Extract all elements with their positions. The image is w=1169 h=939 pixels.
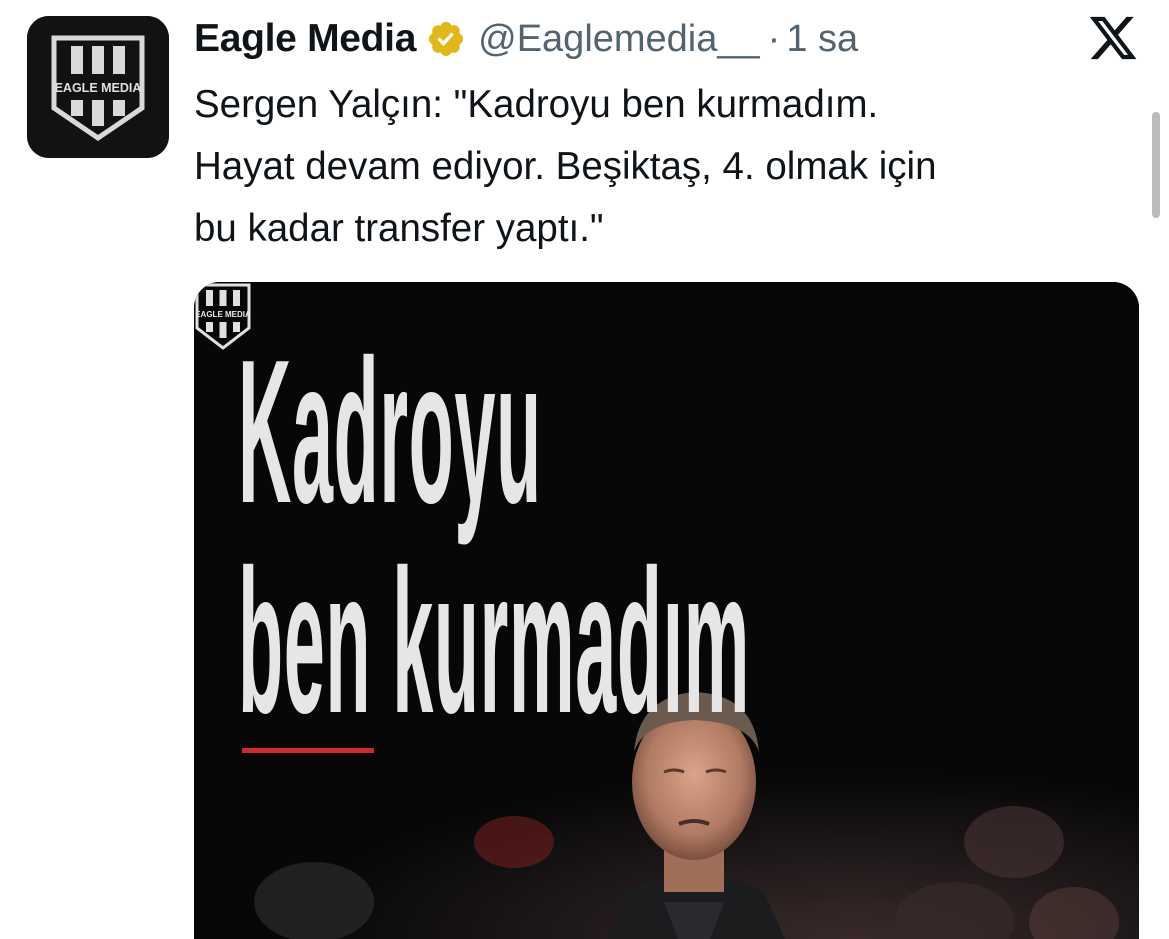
user-handle[interactable]: @Eaglemedia__ xyxy=(478,18,760,61)
display-name[interactable]: Eagle Media xyxy=(194,17,416,61)
media-headline: ben kurmadım xyxy=(238,527,750,756)
tweet-text-line: bu kadar transfer yaptı." xyxy=(194,207,604,250)
tweet-header: Eagle Media @Eaglemedia__ · 1 sa xyxy=(194,14,858,64)
media-accent-bar xyxy=(242,748,374,753)
verified-badge-icon[interactable] xyxy=(426,19,466,59)
avatar-logo-text: EAGLE MEDIA xyxy=(55,81,142,95)
media-headline: Kadroyu xyxy=(238,317,542,546)
x-logo-icon[interactable] xyxy=(1087,12,1139,64)
media-logo-text: EAGLE MEDIA xyxy=(195,310,251,319)
timestamp[interactable]: 1 sa xyxy=(786,18,858,61)
eagle-media-mini-logo-icon: EAGLE MEDIA xyxy=(195,283,251,350)
tweet-text-line: Sergen Yalçın: "Kadroyu ben kurmadım. xyxy=(194,83,879,126)
scrollbar-thumb[interactable] xyxy=(1152,112,1160,218)
avatar[interactable]: EAGLE MEDIA xyxy=(27,16,169,158)
tweet-text-line: Hayat devam ediyor. Beşiktaş, 4. olmak i… xyxy=(194,145,937,188)
tweet-media-image[interactable]: Kadroyu ben kurmadım EAGLE MEDIA xyxy=(194,282,1139,939)
tweet-text: Sergen Yalçın: "Kadroyu ben kurmadım. Ha… xyxy=(194,74,1139,260)
eagle-media-shield-logo-icon: EAGLE MEDIA xyxy=(27,16,169,158)
separator-dot: · xyxy=(767,17,781,60)
